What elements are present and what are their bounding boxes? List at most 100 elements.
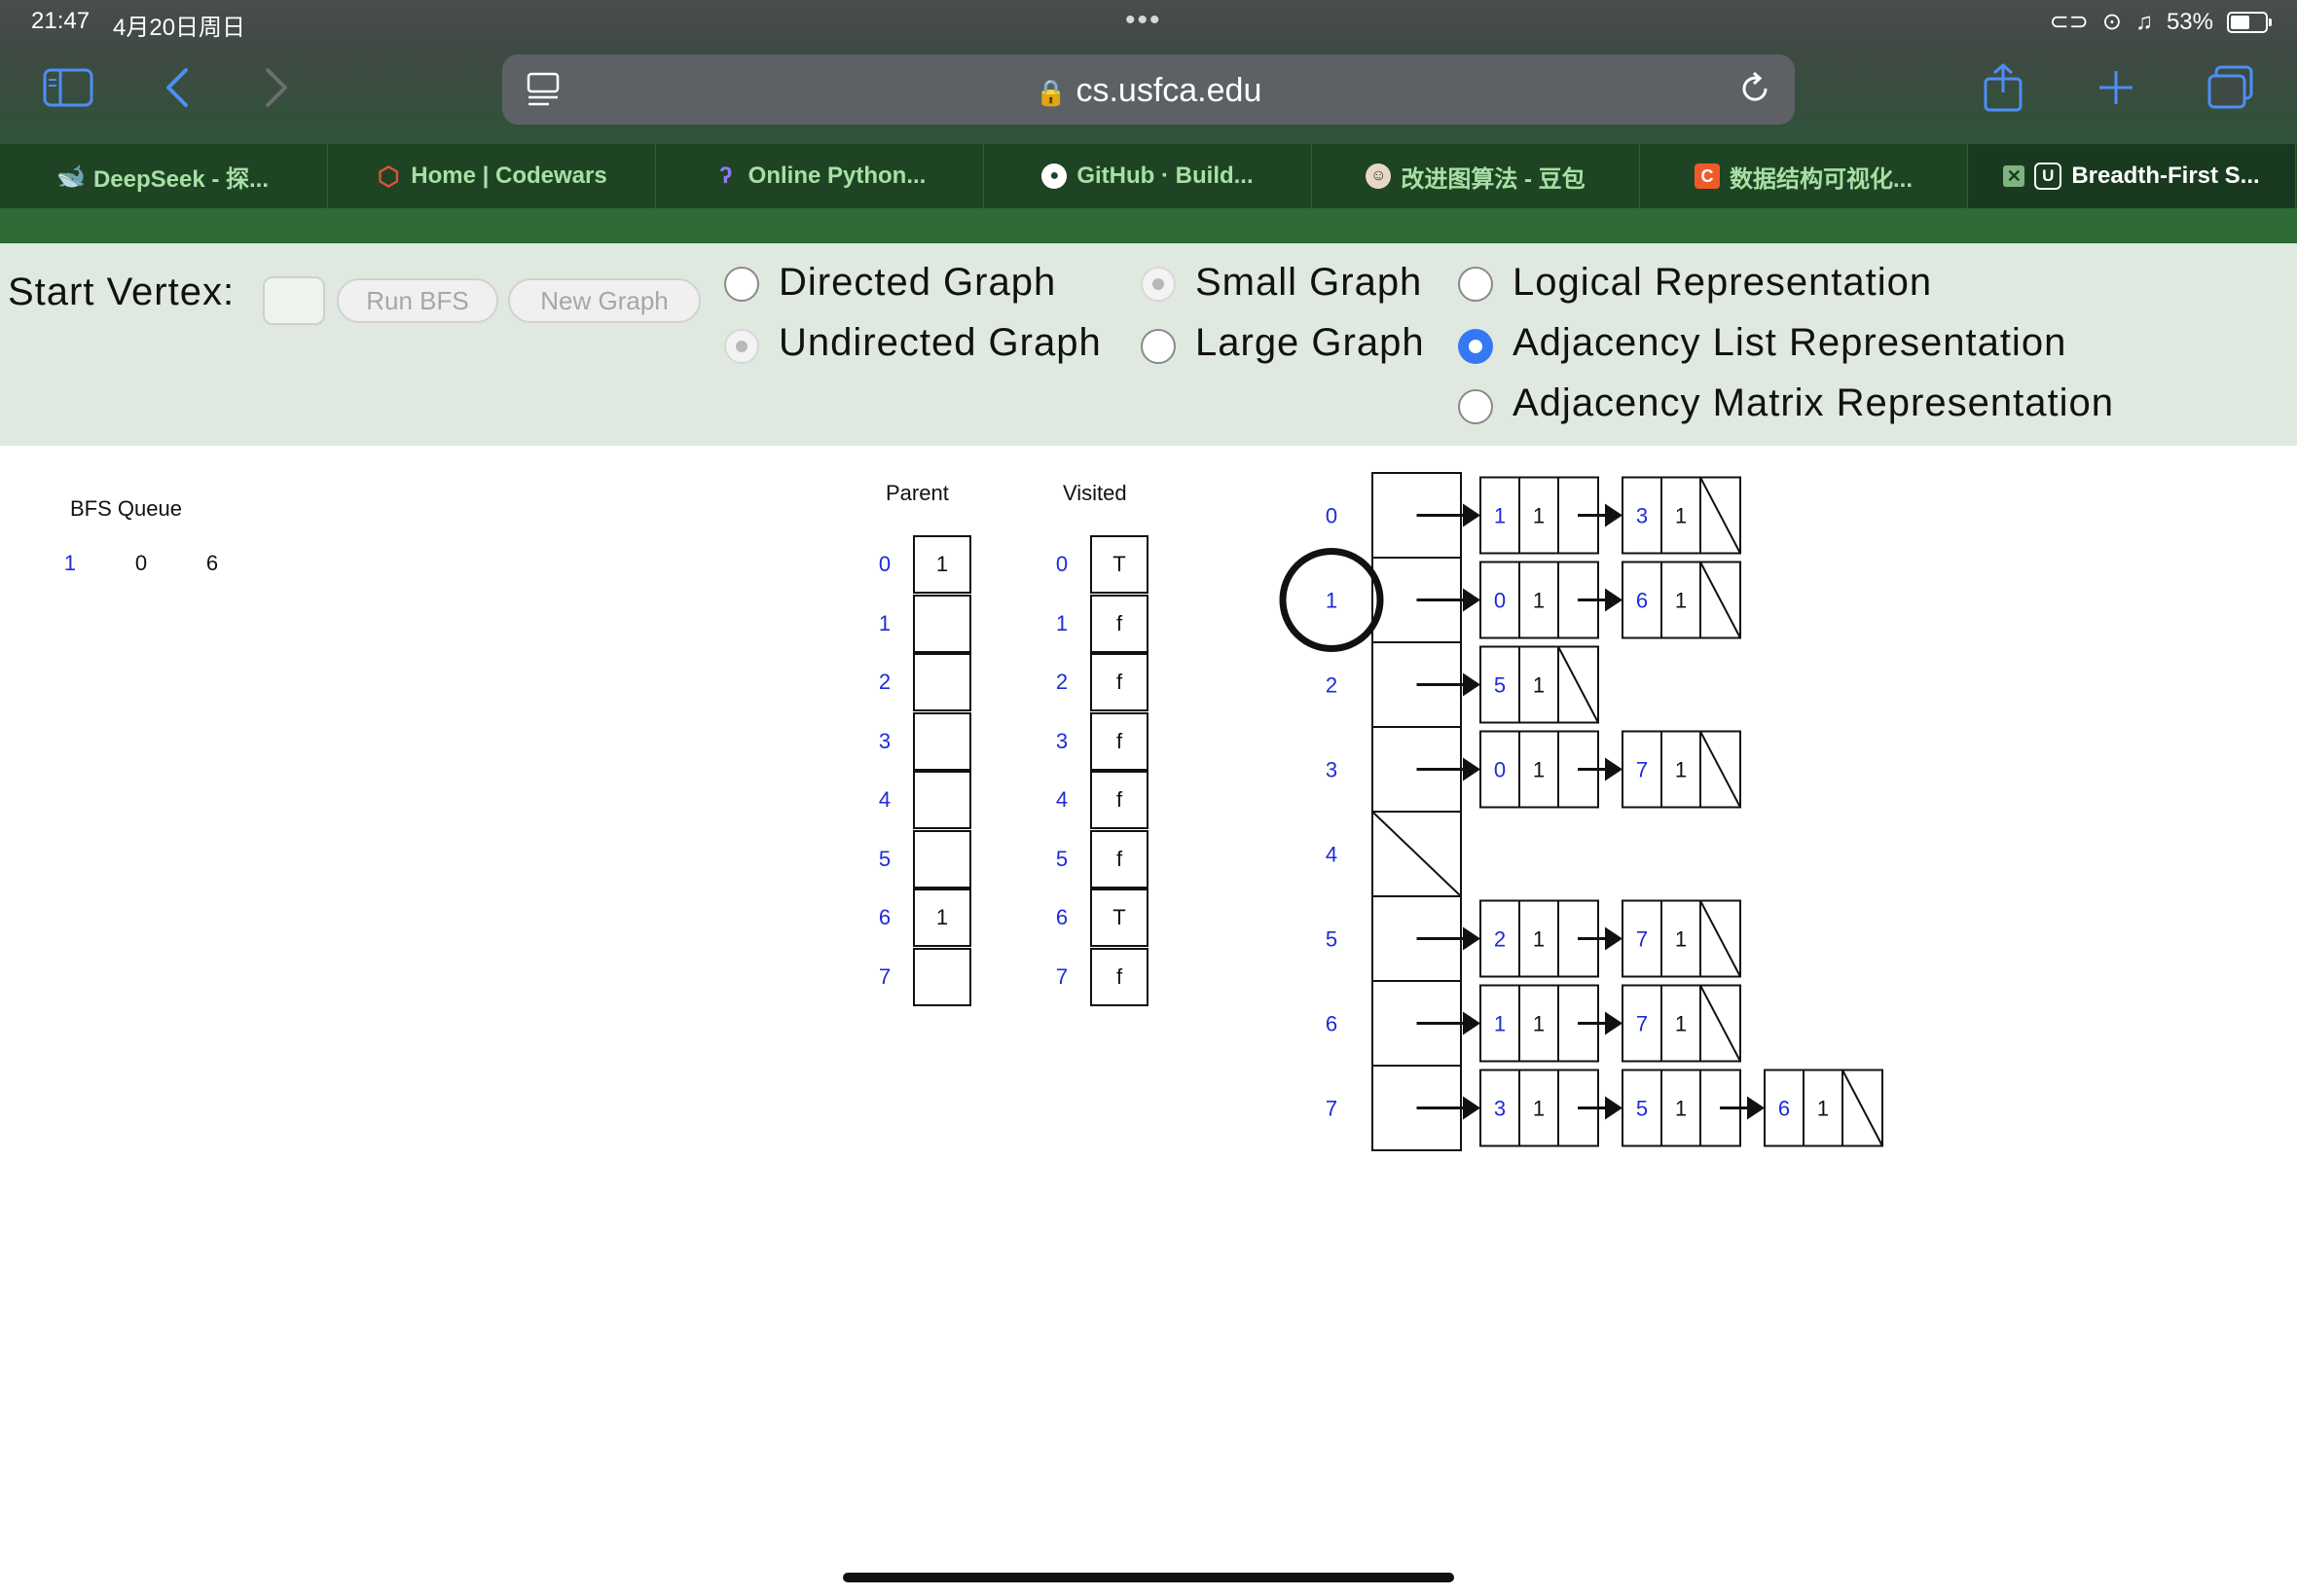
- lock-icon: 🔒: [1035, 78, 1068, 107]
- tab-overview-icon[interactable]: [2206, 62, 2256, 113]
- edge-target: 1: [1494, 1012, 1506, 1036]
- null-pointer: [1371, 811, 1462, 897]
- edge-target: 6: [1636, 589, 1648, 613]
- head-cell: [1371, 980, 1462, 1067]
- edge-node: [1479, 984, 1599, 1063]
- u-icon: U: [2034, 163, 2062, 190]
- null-pointer: [1841, 1070, 1883, 1146]
- whale-icon: 🐋: [56, 163, 86, 190]
- array-index: 6: [878, 905, 892, 929]
- doubao-icon: ☺: [1366, 163, 1392, 189]
- tab-codewars[interactable]: ⬡ Home | Codewars: [328, 144, 656, 208]
- logical-representation-radio[interactable]: [1458, 267, 1493, 302]
- array-index: 4: [878, 787, 892, 812]
- edge-weight: 1: [1533, 504, 1545, 528]
- edge-weight: 1: [1675, 1012, 1687, 1036]
- arrowhead: [1605, 588, 1622, 612]
- large-graph-radio[interactable]: [1141, 329, 1176, 364]
- vertex-label: 4: [1326, 843, 1337, 867]
- tab-breadth-first-search[interactable]: ✕ U Breadth-First S...: [1968, 144, 2296, 208]
- edge-target: 6: [1778, 1097, 1790, 1121]
- array-cell: [913, 711, 971, 771]
- array-index: 5: [1055, 846, 1069, 871]
- tab-github[interactable]: ● GitHub · Build...: [984, 144, 1312, 208]
- undirected-graph-label: Undirected Graph: [779, 321, 1102, 364]
- new-graph-button[interactable]: New Graph: [508, 278, 701, 323]
- arrowhead: [1605, 757, 1622, 781]
- logical-representation-label: Logical Representation: [1513, 261, 1933, 304]
- arrowhead: [1463, 672, 1480, 697]
- arrowhead: [1463, 757, 1480, 781]
- github-icon: ●: [1041, 163, 1068, 189]
- array-index: 2: [878, 670, 892, 694]
- array-index: 1: [878, 610, 892, 635]
- edge-node: [1479, 1069, 1599, 1147]
- orientation-lock-icon: ⊙: [2101, 9, 2122, 35]
- array-index: 2: [1055, 670, 1069, 694]
- edge-target: 3: [1636, 504, 1648, 528]
- home-indicator[interactable]: [843, 1573, 1454, 1582]
- edge-node: [1479, 645, 1599, 724]
- edge-node: [1479, 730, 1599, 809]
- null-pointer: [1557, 646, 1599, 723]
- edge-target: 7: [1636, 1012, 1648, 1036]
- edge-weight: 1: [1533, 1097, 1545, 1121]
- edge-node: [1479, 899, 1599, 978]
- codewars-icon: ⬡: [377, 161, 400, 191]
- url-text[interactable]: 🔒 cs.usfca.edu: [502, 72, 1795, 110]
- arrowhead: [1463, 1096, 1480, 1120]
- tab-online-python[interactable]: ʔ Online Python...: [656, 144, 984, 208]
- c-icon: C: [1694, 163, 1720, 189]
- edge-weight: 1: [1533, 927, 1545, 952]
- edge-target: 5: [1494, 673, 1506, 698]
- share-icon[interactable]: [1978, 62, 2028, 113]
- close-tab-icon[interactable]: ✕: [2003, 165, 2025, 187]
- tab-doubao[interactable]: ☺ 改进图算法 - 豆包: [1312, 144, 1640, 208]
- array-cell: f: [1090, 829, 1148, 889]
- edge-target: 3: [1494, 1097, 1506, 1121]
- status-right-group: ⊂⊃ ⊙ ♫ 53%: [2050, 8, 2272, 36]
- bfs-queue-title: BFS Queue: [70, 496, 182, 521]
- edge-weight: 1: [1675, 589, 1687, 613]
- new-tab-icon[interactable]: [2091, 62, 2141, 113]
- queue-item: 6: [205, 551, 219, 575]
- queue-item: 1: [63, 551, 77, 575]
- multitasking-dots-icon[interactable]: •••: [1125, 4, 1162, 37]
- edge-target: 7: [1636, 927, 1648, 952]
- edge-weight: 1: [1675, 758, 1687, 782]
- adjacency-matrix-radio[interactable]: [1458, 389, 1493, 424]
- tab-deepseek[interactable]: 🐋 DeepSeek - 探...: [0, 144, 328, 208]
- edge-weight: 1: [1675, 927, 1687, 952]
- run-bfs-button[interactable]: Run BFS: [337, 278, 498, 323]
- array-index: 1: [1055, 610, 1069, 635]
- adjacency-list-radio[interactable]: [1458, 329, 1493, 364]
- status-time: 21:47: [31, 8, 91, 34]
- forward-icon[interactable]: [251, 62, 302, 113]
- tab-data-structure-vis[interactable]: C 数据结构可视化...: [1640, 144, 1968, 208]
- sidebar-toggle-icon[interactable]: [43, 62, 93, 113]
- edge-node: [1622, 899, 1741, 978]
- undirected-graph-radio[interactable]: [724, 329, 759, 364]
- page-header-strip: [0, 208, 2297, 243]
- small-graph-radio[interactable]: [1141, 267, 1176, 302]
- reload-icon[interactable]: [1736, 70, 1773, 112]
- null-pointer: [1699, 562, 1741, 638]
- null-pointer: [1699, 477, 1741, 554]
- directed-graph-label: Directed Graph: [779, 261, 1057, 304]
- edge-target: 0: [1494, 758, 1506, 782]
- back-icon[interactable]: [152, 62, 202, 113]
- edge-node: [1622, 984, 1741, 1063]
- array-index: 3: [1055, 728, 1069, 753]
- browser-toolbar: 21:47 4月20日周日 ••• ⊂⊃ ⊙ ♫ 53% 🔒 cs.usfca.…: [0, 0, 2297, 144]
- edge-node: [1622, 1069, 1741, 1147]
- tab-bar: 🐋 DeepSeek - 探... ⬡ Home | Codewars ʔ On…: [0, 144, 2297, 208]
- head-cell: [1371, 726, 1462, 813]
- directed-graph-radio[interactable]: [724, 267, 759, 302]
- array-cell: [913, 653, 971, 711]
- edge-target: 2: [1494, 927, 1506, 952]
- array-cell: [913, 771, 971, 829]
- address-bar[interactable]: 🔒 cs.usfca.edu: [502, 54, 1795, 125]
- start-vertex-input[interactable]: [263, 276, 325, 325]
- current-vertex-highlight: [1279, 548, 1384, 652]
- algorithm-controls: Start Vertex: Run BFS New Graph Directed…: [0, 243, 2297, 446]
